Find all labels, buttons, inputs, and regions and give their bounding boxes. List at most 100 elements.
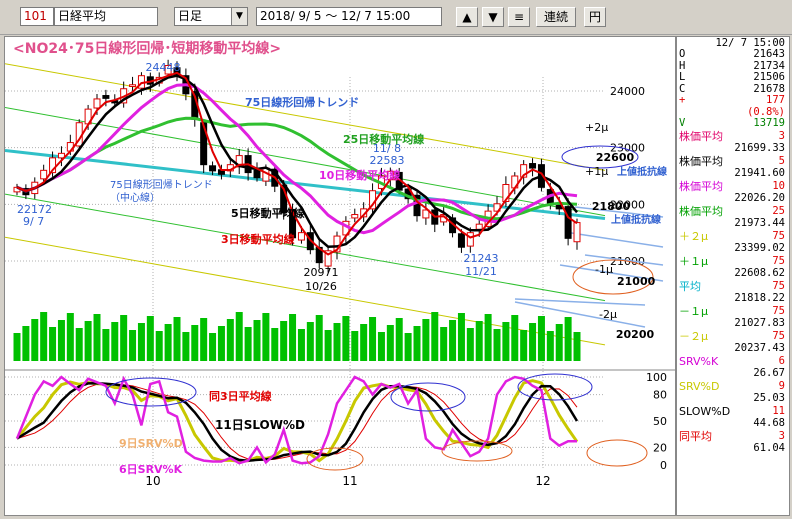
indicator-row: ＋２μ 75 [679,229,785,243]
indicator-value: 44.68 [753,417,785,429]
oversold-ellipse [586,439,648,467]
volume-bar [289,314,297,361]
plus2-label: +2μ [585,121,608,134]
volume-bar [262,313,270,361]
volume-bar [315,315,323,361]
volume-bar [173,317,181,361]
ma3-label: 3日移動平均線 [221,232,295,246]
volume-bar [377,332,385,361]
volume-bar [431,312,439,361]
volume-bar [164,324,172,361]
volume-bar [155,331,163,361]
chevron-down-icon[interactable]: ▼ [231,8,247,25]
indicator-value: 26.67 [753,367,785,379]
stock-name-field[interactable]: 日経平均 [54,7,158,26]
indicator-row: 株価平均 5 [679,154,785,168]
minus1-label: -1μ [595,263,613,276]
volume-bar [395,318,403,361]
indicator-value: 21973.44 [734,217,785,229]
volume-bar [40,312,48,361]
ohlc-row: +177 [679,94,785,106]
volume-bar [529,323,537,361]
indicator-value: 25.03 [753,392,785,404]
volume-bar [271,328,279,361]
volume-bar [466,328,474,361]
ohlc-row: C 21678 [679,82,785,95]
period-value: 日足 [178,9,203,23]
low-value-label: 20971 [304,266,339,279]
volume-bar [537,316,545,361]
candle-body [129,84,137,87]
volume-bar [511,315,519,361]
center-line-sub: （中心線） [110,191,160,204]
volume-bar [253,320,261,361]
indicator-row: 同平均 3 [679,429,785,443]
next-button[interactable]: ▼ [482,7,504,27]
candle-body [466,232,474,247]
nov21-date-label: 11/21 [465,265,497,278]
nov8-value-label: 22583 [370,154,405,167]
osc-tick-label: 0 [660,459,667,472]
volume-bar [209,333,217,361]
volume-bar [404,333,412,361]
volume-bar [57,320,65,361]
volume-bar [13,333,21,361]
volume-bar [217,326,225,361]
srv6-label: 6日SRV%K [119,463,183,476]
volume-bar [49,327,57,361]
volume-bar [200,318,208,361]
osc-tick-label: 50 [653,415,667,428]
chart-title: <NO24･75日線形回帰･短期移動平均線> [13,40,281,57]
indicator-row: SRV%D 9 [679,379,785,393]
menu-button[interactable]: ≡ [508,7,530,27]
prev-button[interactable]: ▲ [456,7,478,27]
indicator-value: 22608.62 [734,267,785,279]
volume-bar [520,330,528,361]
toolbar: 101 日経平均 日足 ▼ 2018/ 9/ 5 ～ 12/ 7 15:00 ▲… [0,0,792,35]
center-line-label: 75日線形回帰トレンド [110,178,213,191]
volume-bar [22,326,30,361]
volume-bar [564,317,572,361]
indicator-row: －１μ 75 [679,304,785,318]
volume-bar [386,325,394,361]
indicator-value: 21941.60 [734,167,785,179]
date-range-field[interactable]: 2018/ 9/ 5 ～ 12/ 7 15:00 [256,7,442,26]
volume-bar [449,320,457,361]
resist2-label: 上値抵抗線 [611,213,661,226]
srv9-label: 9日SRV%D [119,437,183,450]
volume-bar [129,330,137,361]
volume-bar [573,332,581,361]
volume-bar [111,322,119,361]
period-select[interactable]: 日足 ▼ [174,7,248,26]
osc-tick-label: 20 [653,441,667,454]
volume-bar [226,319,234,361]
indicator-row: 株価平均 25 [679,204,785,218]
volume-bar [484,314,492,361]
level-20200-label: 20200 [616,328,655,341]
volume-bar [342,316,350,361]
volume-bar [31,319,39,361]
ohlc-row: L 21506 [679,71,785,83]
volume-bar [120,315,128,361]
candle-body [457,233,465,248]
volume-bar [182,332,190,361]
volume-bar [102,329,110,361]
yen-button[interactable]: 円 [584,7,606,27]
minus2-label: -2μ [599,308,617,321]
volume-bar [75,328,83,361]
continuous-button[interactable]: 連続 [536,7,576,27]
start-date-label: 9/ 7 [23,215,44,228]
volume-bar [351,331,359,361]
indicator-value: 22026.20 [734,192,785,204]
candle-body [297,232,305,241]
chart-area[interactable]: 24000 23000 22000 21000 100 80 50 20 0 10 11 12 <NO… [4,36,676,516]
indicator-row: 平均 75 [679,279,785,293]
volume-bar [93,314,101,361]
volume-bar [324,330,332,361]
nov21-value-label: 21243 [464,252,499,265]
indicator-row: SLOW%D 11 [679,404,785,418]
stock-code-field[interactable]: 101 [20,7,54,26]
volume-bar [475,321,483,361]
ohlc-row: H 21734 [679,59,785,72]
ma5-label: 5日移動平均線 [231,206,305,220]
